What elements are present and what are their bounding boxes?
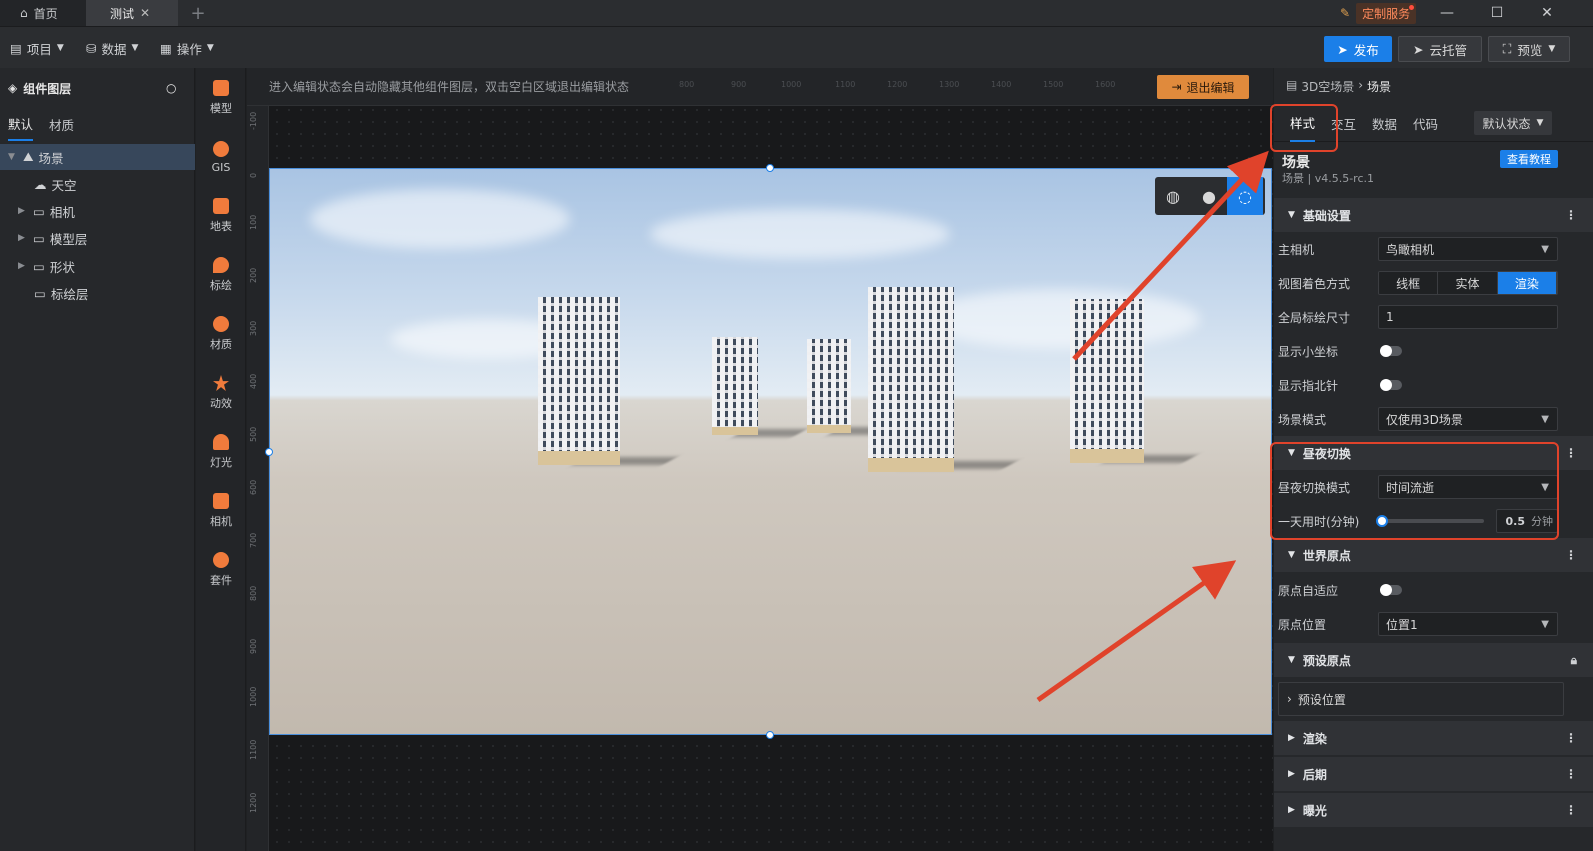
annotation-arrows	[1036, 150, 1269, 703]
annotation-arrow	[1072, 150, 1269, 361]
annotation-arrow	[1036, 560, 1237, 703]
